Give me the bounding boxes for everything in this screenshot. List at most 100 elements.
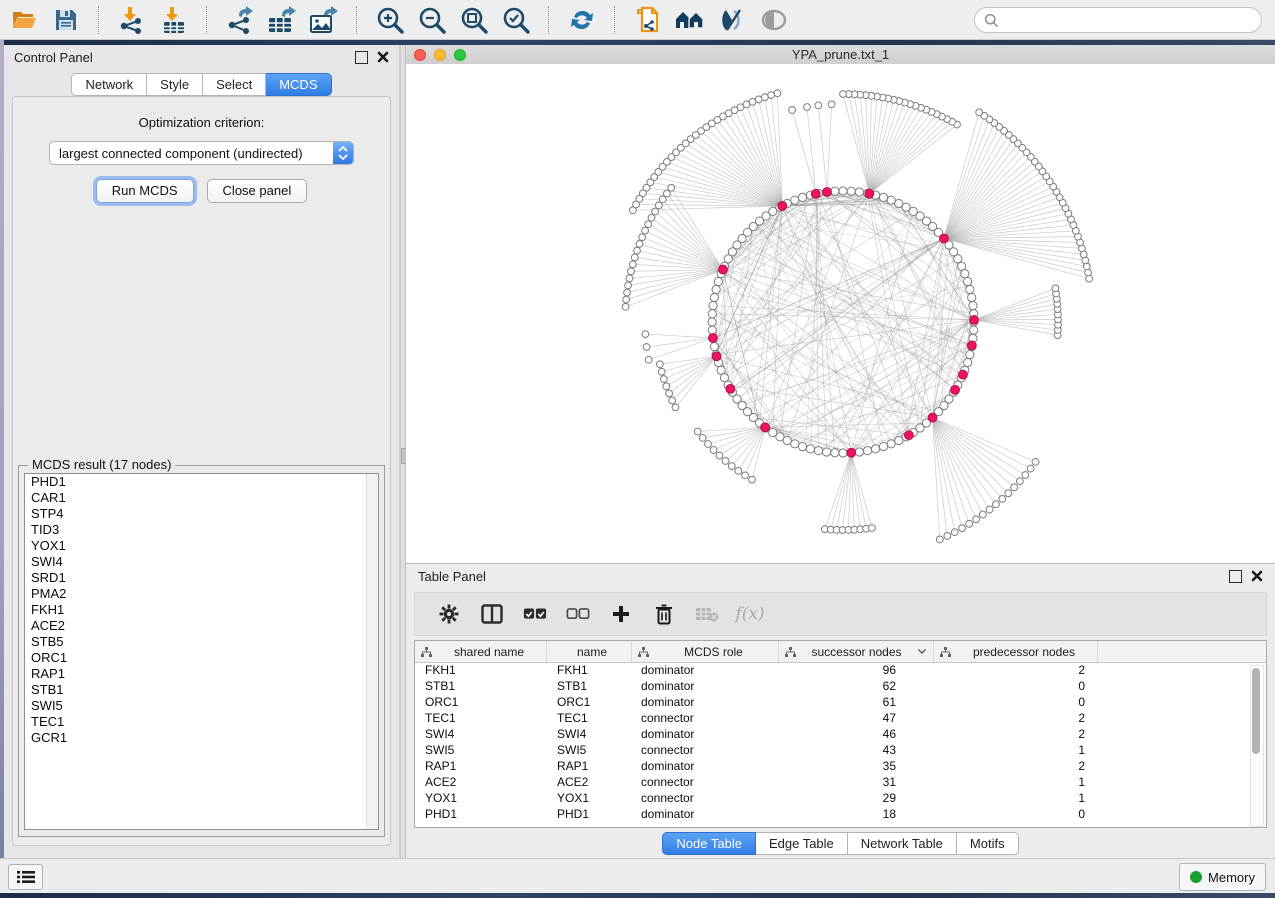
save-session-button[interactable] (51, 5, 81, 35)
table-cell[interactable]: connector (632, 743, 779, 757)
export-image-button[interactable] (309, 5, 339, 35)
table-cell[interactable]: 96 (779, 663, 934, 677)
select-all-button[interactable] (523, 602, 547, 626)
table-cell[interactable]: TEC1 (547, 711, 632, 725)
mcds-result-item[interactable]: YOX1 (25, 538, 378, 554)
table-cell[interactable]: SWI5 (547, 743, 632, 757)
mcds-result-item[interactable]: PMA2 (25, 586, 378, 602)
tab-mcds[interactable]: MCDS (266, 73, 331, 96)
optimization-criterion-select[interactable]: largest connected component (undirected) (49, 141, 354, 165)
mcds-result-item[interactable]: STB1 (25, 682, 378, 698)
mcds-result-list[interactable]: PHD1CAR1STP4TID3YOX1SWI4SRD1PMA2FKH1ACE2… (24, 473, 379, 830)
mcds-result-item[interactable]: RAP1 (25, 666, 378, 682)
table-cell[interactable]: 46 (779, 727, 934, 741)
table-cell[interactable]: connector (632, 791, 779, 805)
table-cell[interactable]: dominator (632, 695, 779, 709)
mcds-result-item[interactable]: FKH1 (25, 602, 378, 618)
mcds-result-item[interactable]: STP4 (25, 506, 378, 522)
mcds-result-item[interactable]: SWI5 (25, 698, 378, 714)
table-cell[interactable]: dominator (632, 679, 779, 693)
export-network-button[interactable] (225, 5, 255, 35)
table-cell[interactable]: dominator (632, 807, 779, 821)
column-header-successor-nodes[interactable]: successor nodes (779, 641, 934, 662)
delete-column-button[interactable] (652, 602, 676, 626)
table-cell[interactable]: 43 (779, 743, 934, 757)
float-panel-icon[interactable] (1229, 570, 1242, 583)
table-cell[interactable]: 1 (934, 743, 1098, 757)
table-scrollbar[interactable] (1250, 665, 1264, 827)
table-cell[interactable]: ORC1 (547, 695, 632, 709)
table-cell[interactable]: 18 (779, 807, 934, 821)
table-cell[interactable]: dominator (632, 759, 779, 773)
table-cell[interactable]: dominator (632, 663, 779, 677)
column-header-name[interactable]: name (547, 641, 632, 662)
table-row[interactable]: SWI4SWI4dominator462 (415, 726, 1266, 742)
table-cell[interactable]: 1 (934, 791, 1098, 805)
table-cell[interactable]: 47 (779, 711, 934, 725)
gear-button[interactable] (437, 602, 461, 626)
table-scrollbar-thumb[interactable] (1252, 668, 1260, 754)
table-row[interactable]: FKH1FKH1dominator962 (415, 662, 1266, 678)
table-cell[interactable]: SWI4 (415, 727, 547, 741)
network-window-titlebar[interactable]: YPA_prune.txt_1 (406, 45, 1275, 65)
network-graph[interactable] (406, 64, 1275, 563)
table-cell[interactable]: STB1 (415, 679, 547, 693)
zoom-out-button[interactable] (417, 5, 447, 35)
tab-motifs[interactable]: Motifs (957, 832, 1019, 855)
search-box[interactable] (974, 7, 1262, 33)
eye-button[interactable] (759, 5, 789, 35)
table-cell[interactable]: PHD1 (547, 807, 632, 821)
mcds-result-item[interactable]: ACE2 (25, 618, 378, 634)
table-cell[interactable]: TEC1 (415, 711, 547, 725)
table-row[interactable]: STB1STB1dominator620 (415, 678, 1266, 694)
show-log-button[interactable] (8, 864, 43, 890)
import-network-from-file-button[interactable] (117, 5, 147, 35)
table-cell[interactable]: connector (632, 775, 779, 789)
open-session-button[interactable] (9, 5, 39, 35)
mcds-result-item[interactable]: TID3 (25, 522, 378, 538)
table-cell[interactable]: FKH1 (415, 663, 547, 677)
zoom-selected-button[interactable] (501, 5, 531, 35)
table-cell[interactable]: 1 (934, 775, 1098, 789)
table-row[interactable]: SWI5SWI5connector431 (415, 742, 1266, 758)
table-cell[interactable]: FKH1 (547, 663, 632, 677)
mcds-result-item[interactable]: PHD1 (25, 474, 378, 490)
houses-button[interactable] (675, 5, 705, 35)
mcds-result-item[interactable]: STB5 (25, 634, 378, 650)
table-row[interactable]: TEC1TEC1connector472 (415, 710, 1266, 726)
zoom-in-button[interactable] (375, 5, 405, 35)
close-panel-button[interactable]: Close panel (207, 179, 308, 203)
hide-panels-button[interactable] (717, 5, 747, 35)
table-cell[interactable]: 0 (934, 695, 1098, 709)
table-cell[interactable]: 29 (779, 791, 934, 805)
table-cell[interactable]: RAP1 (547, 759, 632, 773)
mcds-result-item[interactable]: SWI4 (25, 554, 378, 570)
split-columns-button[interactable] (480, 602, 504, 626)
mcds-result-item[interactable]: TEC1 (25, 714, 378, 730)
column-header-predecessor-nodes[interactable]: predecessor nodes (934, 641, 1098, 662)
close-panel-icon[interactable] (377, 51, 389, 63)
table-cell[interactable]: 0 (934, 807, 1098, 821)
import-network-from-database-button[interactable] (633, 5, 663, 35)
memory-button[interactable]: Memory (1179, 863, 1266, 891)
tab-network[interactable]: Network (71, 73, 147, 96)
table-cell[interactable]: SWI4 (547, 727, 632, 741)
mcds-list-scrollbar[interactable] (366, 474, 378, 829)
deselect-all-button[interactable] (566, 602, 590, 626)
table-cell[interactable]: ACE2 (547, 775, 632, 789)
table-cell[interactable]: 2 (934, 727, 1098, 741)
add-column-button[interactable] (609, 602, 633, 626)
tab-node-table[interactable]: Node Table (662, 832, 756, 855)
mcds-result-item[interactable]: ORC1 (25, 650, 378, 666)
mcds-result-item[interactable]: GCR1 (25, 730, 378, 746)
table-cell[interactable]: YOX1 (547, 791, 632, 805)
table-cell[interactable]: 2 (934, 663, 1098, 677)
zoom-fit-button[interactable] (459, 5, 489, 35)
table-row[interactable]: RAP1RAP1dominator352 (415, 758, 1266, 774)
column-header-shared-name[interactable]: shared name (415, 641, 547, 662)
mcds-result-item[interactable]: SRD1 (25, 570, 378, 586)
table-cell[interactable]: PHD1 (415, 807, 547, 821)
export-table-button[interactable] (267, 5, 297, 35)
table-cell[interactable]: 35 (779, 759, 934, 773)
table-cell[interactable]: RAP1 (415, 759, 547, 773)
